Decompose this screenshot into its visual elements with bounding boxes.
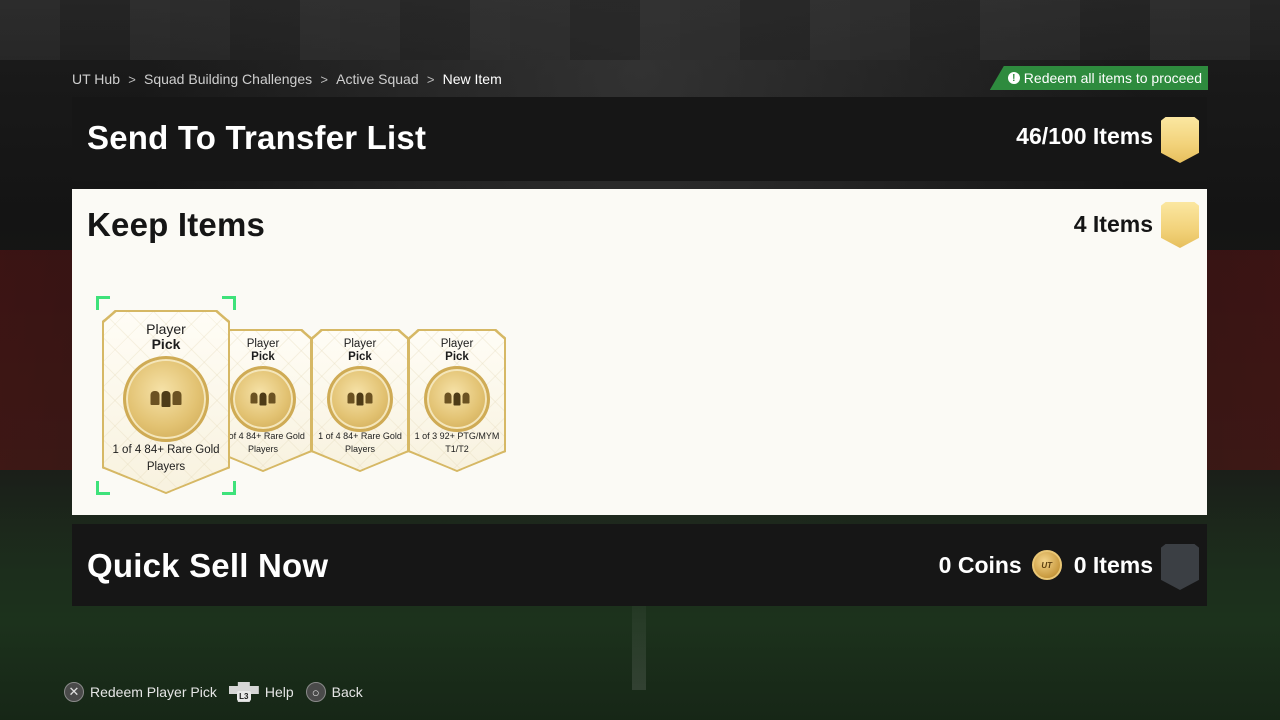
selection-corner bbox=[222, 481, 236, 495]
transfer-list-count: 46/100 Items bbox=[1016, 123, 1153, 149]
circle-button-icon: ○ bbox=[305, 682, 326, 702]
selection-corner bbox=[222, 296, 236, 310]
player-pick-badge-icon bbox=[123, 356, 209, 442]
breadcrumb-active-squad[interactable]: Active Squad bbox=[336, 71, 419, 87]
panel-title: Keep Items bbox=[87, 206, 266, 243]
send-to-transfer-list-panel[interactable]: Send To Transfer List 46/100 Items bbox=[72, 97, 1207, 181]
panel-title: Send To Transfer List bbox=[87, 119, 427, 156]
breadcrumb: UT Hub > Squad Building Challenges > Act… bbox=[72, 69, 502, 89]
controller-hints: ✕ Redeem Player Pick L3 Help ○ Back bbox=[64, 681, 375, 703]
redeem-banner-text: Redeem all items to proceed bbox=[1023, 70, 1202, 86]
cross-button-icon: ✕ bbox=[64, 682, 84, 702]
gold-shield-icon bbox=[1161, 117, 1199, 163]
stadium-background bbox=[0, 0, 1280, 60]
hint-label: Help bbox=[264, 684, 294, 700]
keep-items-count: 4 Items bbox=[1073, 211, 1153, 237]
player-pick-card-selected[interactable]: Player Pick 1 of 4 84+ Rare Gold Players bbox=[102, 310, 230, 494]
quick-sell-count: 0 Items bbox=[1073, 551, 1153, 578]
card-title: Player Pick bbox=[146, 321, 186, 353]
card-title: Player Pick bbox=[440, 338, 474, 363]
help-hint[interactable]: L3 Help bbox=[228, 682, 294, 702]
breadcrumb-separator: > bbox=[320, 71, 328, 87]
coin-icon: UT bbox=[1031, 550, 1062, 580]
player-pick-badge-icon bbox=[327, 366, 393, 432]
quick-sell-summary: 0 Coins UT 0 Items bbox=[939, 550, 1153, 580]
player-pick-card[interactable]: Player Pick 1 of 4 84+ Rare Gold Players bbox=[311, 329, 409, 472]
redeem-player-pick-hint[interactable]: ✕ Redeem Player Pick bbox=[64, 682, 217, 702]
back-hint[interactable]: ○ Back bbox=[305, 682, 363, 702]
selection-corner bbox=[96, 296, 110, 310]
gold-shield-icon bbox=[1161, 202, 1199, 248]
l3-button-icon: L3 bbox=[228, 682, 259, 702]
breadcrumb-ut-hub[interactable]: UT Hub bbox=[72, 71, 120, 87]
card-subtitle: 1 of 4 84+ Rare Gold Players bbox=[318, 431, 402, 455]
hint-label: Redeem Player Pick bbox=[90, 684, 217, 700]
hint-label: Back bbox=[331, 684, 363, 700]
player-pick-card[interactable]: Player Pick 1 of 3 92+ PTG/MYM T1/T2 bbox=[408, 329, 506, 472]
card-subtitle: 1 of 3 92+ PTG/MYM T1/T2 bbox=[414, 431, 500, 455]
card-subtitle: 1 of 4 84+ Rare Gold Players bbox=[112, 444, 220, 473]
panel-title: Quick Sell Now bbox=[87, 547, 329, 584]
breadcrumb-squad-building-challenges[interactable]: Squad Building Challenges bbox=[144, 71, 312, 87]
grey-shield-icon bbox=[1161, 544, 1199, 590]
player-pick-badge-icon bbox=[230, 366, 296, 432]
breadcrumb-separator: > bbox=[426, 71, 435, 87]
card-title: Player Pick bbox=[343, 338, 377, 363]
redeem-banner: ! Redeem all items to proceed bbox=[989, 66, 1208, 90]
player-pick-badge-icon bbox=[424, 366, 490, 432]
quick-sell-now-panel[interactable]: Quick Sell Now 0 Coins UT 0 Items bbox=[72, 524, 1207, 606]
quick-sell-coins: 0 Coins bbox=[938, 551, 1022, 578]
selection-corner bbox=[96, 481, 110, 495]
info-icon: ! bbox=[1007, 72, 1020, 84]
breadcrumb-new-item: New Item bbox=[442, 71, 502, 87]
breadcrumb-separator: > bbox=[128, 71, 136, 87]
